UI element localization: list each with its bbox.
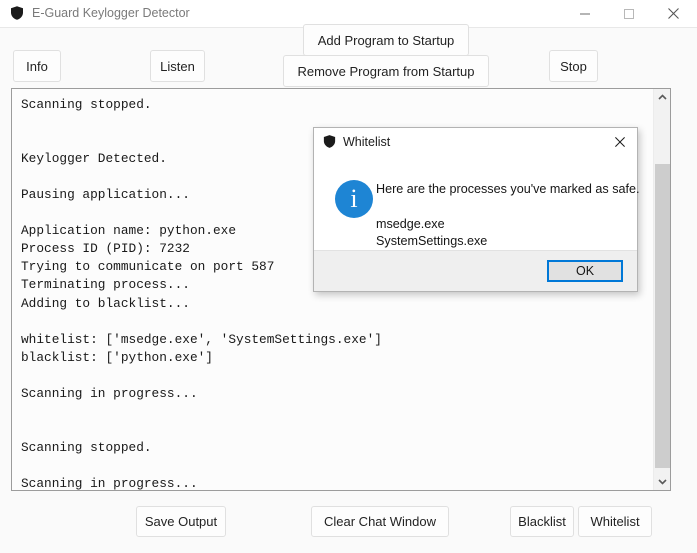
info-button[interactable]: Info [13, 50, 61, 82]
log-scrollbar[interactable] [653, 89, 670, 490]
clear-chat-window-button[interactable]: Clear Chat Window [311, 506, 449, 537]
window-title: E-Guard Keylogger Detector [32, 6, 190, 20]
dialog-message: Here are the processes you've marked as … [376, 182, 640, 196]
ok-button[interactable]: OK [547, 260, 623, 282]
shield-icon [322, 134, 337, 149]
listen-button[interactable]: Listen [150, 50, 205, 82]
chevron-up-icon[interactable] [654, 89, 670, 106]
add-program-to-startup-button[interactable]: Add Program to Startup [303, 24, 469, 56]
save-output-button[interactable]: Save Output [136, 506, 226, 537]
dialog-body: i Here are the processes you've marked a… [314, 156, 640, 253]
stop-button[interactable]: Stop [549, 50, 598, 82]
info-icon: i [335, 180, 373, 218]
chevron-down-icon[interactable] [654, 473, 670, 490]
remove-program-from-startup-button[interactable]: Remove Program from Startup [283, 55, 489, 87]
dialog-footer: OK [314, 250, 637, 291]
dialog-title: Whitelist [343, 135, 391, 149]
maximize-icon[interactable] [606, 0, 652, 27]
close-icon[interactable] [650, 0, 696, 27]
shield-icon [9, 5, 25, 21]
minimize-icon[interactable] [562, 0, 608, 27]
blacklist-button[interactable]: Blacklist [510, 506, 574, 537]
whitelist-dialog: Whitelist i Here are the processes you'v… [313, 127, 640, 292]
close-icon[interactable] [602, 128, 637, 156]
dialog-titlebar: Whitelist [314, 128, 637, 156]
scrollbar-thumb[interactable] [655, 164, 670, 468]
dialog-process-list: msedge.exe SystemSettings.exe [376, 217, 488, 248]
whitelist-button[interactable]: Whitelist [578, 506, 652, 537]
